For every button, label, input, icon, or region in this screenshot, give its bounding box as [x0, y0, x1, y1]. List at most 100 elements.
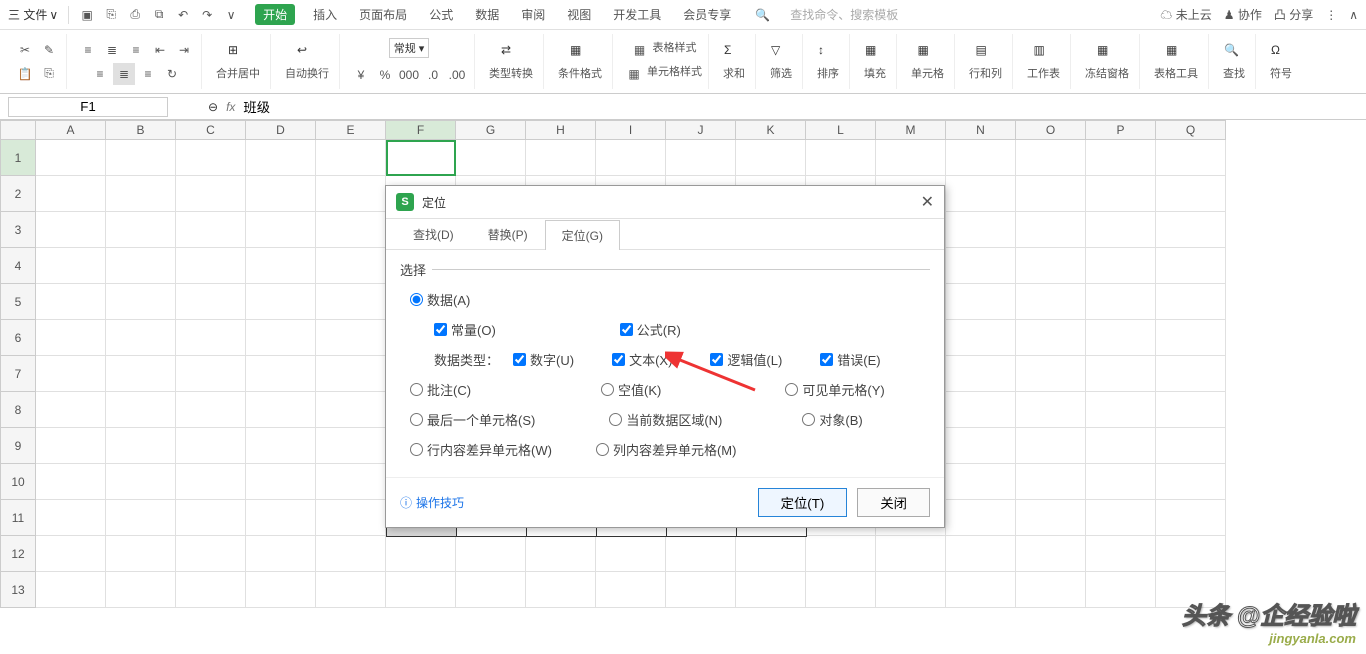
check-formula[interactable]: 公式(R): [620, 320, 681, 339]
cell[interactable]: [666, 572, 736, 608]
cell[interactable]: [316, 500, 386, 536]
cell[interactable]: [666, 536, 736, 572]
cell[interactable]: [246, 500, 316, 536]
cell[interactable]: [1086, 284, 1156, 320]
radio-region[interactable]: 当前数据区域(N): [609, 410, 722, 429]
cell[interactable]: [1086, 428, 1156, 464]
tab-layout[interactable]: 页面布局: [355, 4, 411, 25]
cell[interactable]: [106, 248, 176, 284]
cell[interactable]: [36, 464, 106, 500]
close-button[interactable]: 关闭: [857, 488, 930, 517]
format-painter-icon[interactable]: ✎: [38, 39, 60, 61]
cell[interactable]: [36, 248, 106, 284]
cell[interactable]: [596, 572, 666, 608]
radio-blank[interactable]: 空值(K): [601, 380, 661, 399]
cell[interactable]: [1086, 500, 1156, 536]
cell[interactable]: [176, 176, 246, 212]
cell[interactable]: [106, 140, 176, 176]
cell[interactable]: [36, 356, 106, 392]
cell[interactable]: [1156, 356, 1226, 392]
cell[interactable]: [806, 536, 876, 572]
cell[interactable]: [1016, 428, 1086, 464]
cell[interactable]: [876, 572, 946, 608]
cell[interactable]: [946, 536, 1016, 572]
row-header[interactable]: 9: [0, 428, 36, 464]
symbol-button[interactable]: Ω符号: [1266, 41, 1296, 83]
cell[interactable]: [316, 212, 386, 248]
cell[interactable]: [736, 572, 806, 608]
cell[interactable]: [36, 176, 106, 212]
cell[interactable]: [946, 248, 1016, 284]
cell[interactable]: [806, 572, 876, 608]
tab-start[interactable]: 开始: [255, 4, 295, 25]
indent-dec-icon[interactable]: ⇤: [149, 39, 171, 61]
col-header[interactable]: N: [946, 120, 1016, 140]
cell[interactable]: [316, 572, 386, 608]
cell[interactable]: [946, 140, 1016, 176]
cell[interactable]: [1086, 176, 1156, 212]
tab-goto[interactable]: 定位(G): [545, 220, 620, 250]
cell[interactable]: [36, 500, 106, 536]
number-format-select[interactable]: 常规 ▾: [389, 38, 430, 58]
collab-button[interactable]: ♟ 协作: [1224, 6, 1262, 23]
cell[interactable]: [316, 176, 386, 212]
tab-find[interactable]: 查找(D): [396, 219, 471, 249]
cell[interactable]: [106, 464, 176, 500]
cell[interactable]: [106, 320, 176, 356]
cell[interactable]: [246, 392, 316, 428]
row-header[interactable]: 4: [0, 248, 36, 284]
cell[interactable]: [876, 536, 946, 572]
more-icon[interactable]: ⋮: [1325, 8, 1337, 22]
tab-formula[interactable]: 公式: [425, 4, 457, 25]
cell[interactable]: [1156, 140, 1226, 176]
cell[interactable]: [36, 140, 106, 176]
cell[interactable]: [1016, 140, 1086, 176]
cell[interactable]: [456, 140, 526, 176]
col-header[interactable]: D: [246, 120, 316, 140]
tab-review[interactable]: 审阅: [517, 4, 549, 25]
cell[interactable]: [176, 320, 246, 356]
align-left-icon[interactable]: ≡: [77, 39, 99, 61]
tab-insert[interactable]: 插入: [309, 4, 341, 25]
type-convert-button[interactable]: ⇄类型转换: [485, 41, 537, 83]
cell[interactable]: [246, 536, 316, 572]
tab-vip[interactable]: 会员专享: [679, 4, 735, 25]
wrap-button[interactable]: ↩自动换行: [281, 41, 333, 83]
cell[interactable]: [106, 536, 176, 572]
cell[interactable]: [1156, 464, 1226, 500]
freeze-button[interactable]: ▦冻结窗格: [1081, 41, 1133, 83]
col-header[interactable]: F: [386, 120, 456, 140]
cell[interactable]: [1156, 284, 1226, 320]
cell[interactable]: [246, 248, 316, 284]
cell[interactable]: [1016, 356, 1086, 392]
cell[interactable]: [946, 428, 1016, 464]
cell[interactable]: [316, 248, 386, 284]
cell[interactable]: [666, 140, 736, 176]
cell[interactable]: [246, 572, 316, 608]
cell[interactable]: [1016, 572, 1086, 608]
save-icon[interactable]: ▣: [79, 7, 95, 23]
row-header[interactable]: 10: [0, 464, 36, 500]
cell[interactable]: [246, 320, 316, 356]
row-header[interactable]: 6: [0, 320, 36, 356]
close-icon[interactable]: ✕: [921, 192, 934, 212]
indent-inc-icon[interactable]: ⇥: [173, 39, 195, 61]
cell[interactable]: [106, 572, 176, 608]
radio-data[interactable]: 数据(A): [410, 290, 470, 309]
cell[interactable]: [316, 284, 386, 320]
align-center-icon[interactable]: ≣: [101, 39, 123, 61]
cell[interactable]: [1016, 536, 1086, 572]
cell[interactable]: [176, 500, 246, 536]
search-hint[interactable]: 查找命令、搜索模板: [790, 6, 898, 23]
cell[interactable]: [1156, 536, 1226, 572]
cell[interactable]: [106, 500, 176, 536]
col-header[interactable]: H: [526, 120, 596, 140]
cell[interactable]: [1086, 140, 1156, 176]
cell[interactable]: [386, 536, 456, 572]
fx-icon[interactable]: fx: [226, 100, 235, 114]
tips-link[interactable]: ⓘ 操作技巧: [400, 494, 464, 511]
tab-view[interactable]: 视图: [563, 4, 595, 25]
cell[interactable]: [316, 140, 386, 176]
check-logic[interactable]: 逻辑值(L): [710, 350, 782, 369]
cell[interactable]: [1086, 392, 1156, 428]
